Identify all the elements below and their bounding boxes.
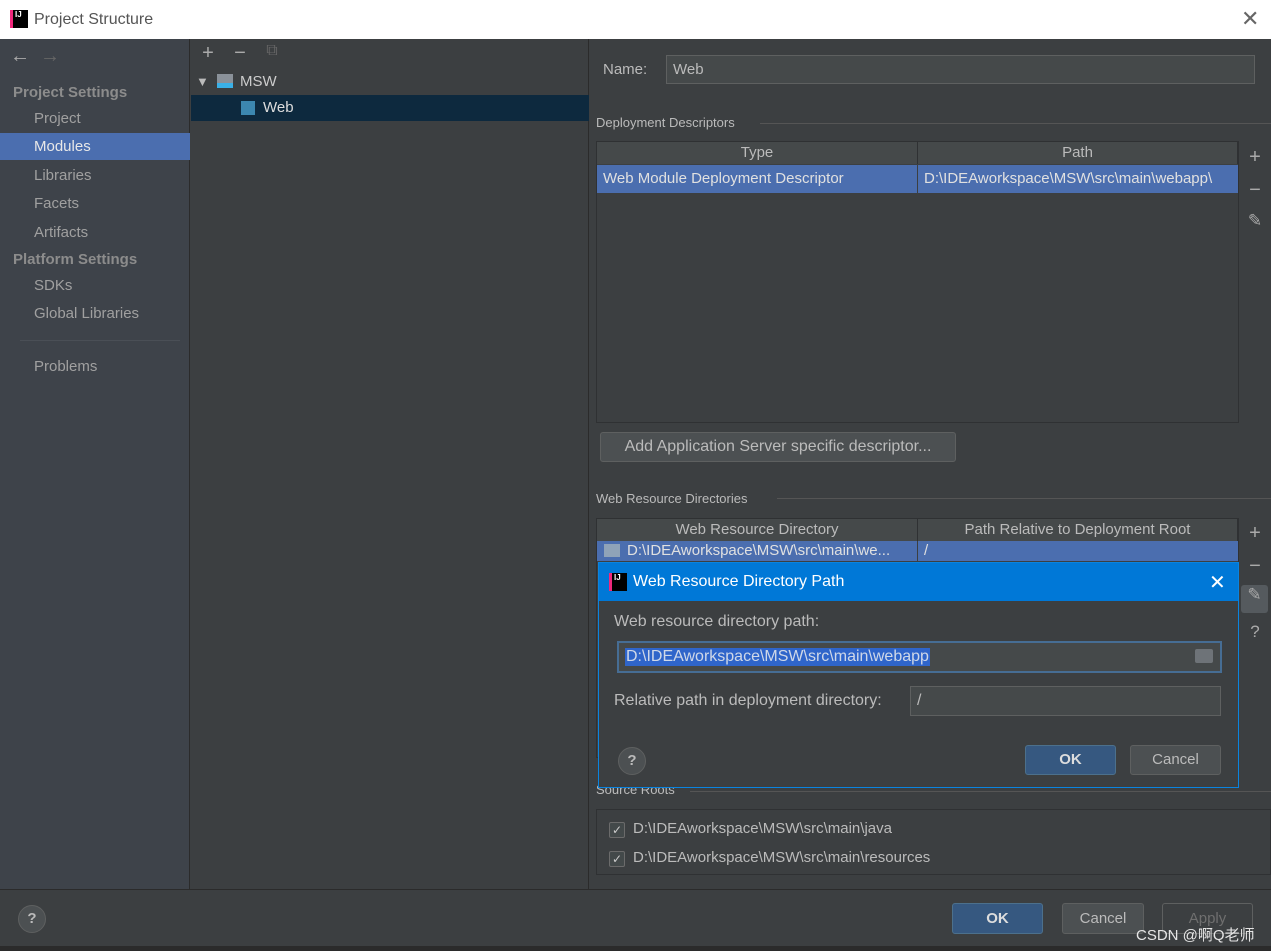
dialog-cancel-button[interactable]: Cancel <box>1130 745 1221 775</box>
divider <box>777 498 1271 499</box>
tree-item-msw[interactable]: MSW <box>240 73 277 90</box>
column-header-path[interactable]: Path <box>918 142 1238 164</box>
divider <box>690 791 1271 792</box>
source-root-path: D:\IDEAworkspace\MSW\src\main\java <box>633 820 892 837</box>
sidebar-item-global-libraries[interactable]: Global Libraries <box>0 300 190 327</box>
web-resource-directory-dialog: IJ Web Resource Directory Path ✕ Web res… <box>598 562 1239 788</box>
table-cell-path[interactable]: D:\IDEAworkspace\MSW\src\main\webapp\ <box>918 165 1238 193</box>
source-roots-list: ✓ D:\IDEAworkspace\MSW\src\main\java ✓ D… <box>596 809 1271 875</box>
remove-directory-icon[interactable]: − <box>1243 555 1267 578</box>
window-title: Project Structure <box>34 11 154 28</box>
column-header-relative-path[interactable]: Path Relative to Deployment Root <box>918 519 1238 541</box>
dialog-ok-button[interactable]: OK <box>1025 745 1116 775</box>
add-descriptor-icon[interactable]: + <box>1243 146 1267 169</box>
close-icon[interactable]: ✕ <box>1241 6 1259 32</box>
web-facet-icon <box>241 101 255 115</box>
background-strip <box>0 946 1271 951</box>
sidebar-item-project[interactable]: Project <box>0 105 190 132</box>
cancel-button[interactable]: Cancel <box>1062 903 1144 934</box>
footer: ? OK Cancel Apply CSDN @啊Q老师 <box>0 889 1271 946</box>
source-root-path: D:\IDEAworkspace\MSW\src\main\resources <box>633 849 931 866</box>
sidebar-item-sdks[interactable]: SDKs <box>0 272 190 299</box>
deployment-descriptors-title: Deployment Descriptors <box>596 115 735 130</box>
source-root-item[interactable]: ✓ D:\IDEAworkspace\MSW\src\main\resource… <box>609 849 1209 869</box>
minus-icon[interactable]: − <box>228 42 252 65</box>
remove-descriptor-icon[interactable]: − <box>1243 179 1267 202</box>
ok-button[interactable]: OK <box>952 903 1043 934</box>
section-project-settings: Project Settings <box>13 84 128 101</box>
deployment-descriptors-table: Type Path Web Module Deployment Descript… <box>596 141 1239 423</box>
checkbox-checked-icon[interactable]: ✓ <box>609 851 625 867</box>
folder-icon <box>604 544 620 557</box>
intellij-logo-icon: IJ <box>609 573 627 591</box>
relative-path-label: Relative path in deployment directory: <box>614 692 882 709</box>
add-directory-icon[interactable]: + <box>1243 522 1267 545</box>
column-header-directory[interactable]: Web Resource Directory <box>597 519 918 541</box>
path-input[interactable]: D:\IDEAworkspace\MSW\src\main\webapp <box>617 641 1222 673</box>
name-input[interactable]: Web <box>666 55 1255 84</box>
name-label: Name: <box>603 61 648 78</box>
add-server-descriptor-button[interactable]: Add Application Server specific descript… <box>600 432 956 462</box>
section-platform-settings: Platform Settings <box>13 251 138 268</box>
dialog-close-icon[interactable]: ✕ <box>1209 570 1226 595</box>
table-cell-relative-path[interactable]: / <box>918 541 1238 561</box>
tree-item-web[interactable]: Web <box>191 95 589 121</box>
table-cell-directory[interactable]: D:\IDEAworkspace\MSW\src\main\we... <box>597 541 917 561</box>
table-cell-type[interactable]: Web Module Deployment Descriptor <box>597 165 917 193</box>
watermark: CSDN @啊Q老师 <box>1136 927 1255 944</box>
divider <box>760 123 1271 124</box>
help-button[interactable]: ? <box>18 905 46 933</box>
edit-directory-icon[interactable]: ✎ <box>1241 585 1268 613</box>
path-input-value: D:\IDEAworkspace\MSW\src\main\webapp <box>625 648 930 666</box>
sidebar-item-libraries[interactable]: Libraries <box>0 162 190 189</box>
sidebar-item-problems[interactable]: Problems <box>0 353 190 380</box>
sidebar-item-artifacts[interactable]: Artifacts <box>0 219 190 246</box>
forward-icon[interactable]: → <box>40 45 60 68</box>
divider <box>20 340 180 341</box>
title-bar: IJ Project Structure ✕ <box>0 0 1271 39</box>
dialog-title-bar: IJ Web Resource Directory Path ✕ <box>599 563 1238 601</box>
column-header-type[interactable]: Type <box>597 142 918 164</box>
sidebar: ← → Project Settings Project Modules Lib… <box>0 39 190 889</box>
plus-icon[interactable]: + <box>196 42 220 65</box>
edit-descriptor-icon[interactable]: ✎ <box>1243 211 1267 231</box>
help-icon[interactable]: ? <box>1243 622 1267 642</box>
module-tree: + − ⧉ ▼ MSW Web <box>191 39 589 889</box>
module-folder-icon <box>217 74 233 88</box>
sidebar-item-facets[interactable]: Facets <box>0 190 190 217</box>
sidebar-item-modules[interactable]: Modules <box>0 133 190 160</box>
source-root-item[interactable]: ✓ D:\IDEAworkspace\MSW\src\main\java <box>609 820 1209 840</box>
intellij-logo-icon: IJ <box>10 10 28 28</box>
dialog-help-button[interactable]: ? <box>618 747 646 775</box>
web-resource-directories-title: Web Resource Directories <box>596 491 748 506</box>
relative-path-input[interactable]: / <box>910 686 1221 716</box>
back-icon[interactable]: ← <box>10 45 30 68</box>
browse-folder-icon[interactable] <box>1195 649 1213 663</box>
copy-icon[interactable]: ⧉ <box>260 42 284 60</box>
expand-arrow-icon[interactable]: ▼ <box>196 74 209 89</box>
path-label: Web resource directory path: <box>614 613 820 630</box>
checkbox-checked-icon[interactable]: ✓ <box>609 822 625 838</box>
dialog-title: Web Resource Directory Path <box>633 573 845 590</box>
